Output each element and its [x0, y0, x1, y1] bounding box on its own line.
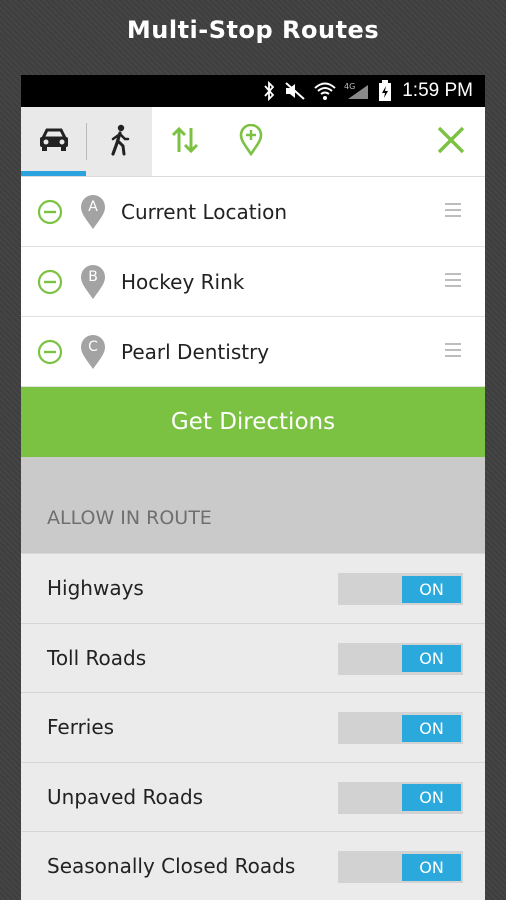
drag-handle-icon[interactable]: [445, 203, 461, 221]
drag-handle-icon[interactable]: [445, 273, 461, 291]
phone-screen: 4G 1:59 PM A Current Location B Hockey R…: [21, 75, 485, 900]
remove-stop-button[interactable]: [37, 269, 63, 295]
swap-arrows-icon: [170, 125, 200, 159]
highways-toggle[interactable]: ON: [338, 573, 463, 605]
stop-row[interactable]: A Current Location: [21, 177, 485, 247]
remove-stop-button[interactable]: [37, 199, 63, 225]
remove-stop-button[interactable]: [37, 339, 63, 365]
stop-label: Current Location: [121, 199, 288, 224]
stop-letter: A: [88, 198, 98, 215]
bluetooth-icon: [262, 81, 276, 101]
status-time: 1:59 PM: [402, 80, 473, 101]
minus-circle-icon: [37, 339, 63, 364]
option-row-ferries: Ferries ON: [21, 692, 485, 762]
add-stop-button[interactable]: [218, 107, 284, 176]
walking-person-icon: [109, 124, 131, 160]
drag-handle-icon[interactable]: [445, 343, 461, 361]
toggle-state: ON: [402, 645, 461, 672]
status-bar: 4G 1:59 PM: [21, 75, 485, 107]
toll-roads-toggle[interactable]: ON: [338, 642, 463, 675]
svg-text:4G: 4G: [344, 82, 355, 91]
add-location-icon: [239, 123, 263, 160]
toggle-state: ON: [402, 575, 461, 603]
option-row-seasonally-closed-roads: Seasonally Closed Roads ON: [21, 831, 485, 900]
car-mode-button[interactable]: [21, 107, 86, 176]
minus-circle-icon: [37, 199, 63, 224]
ferries-toggle[interactable]: ON: [338, 712, 463, 744]
option-row-highways: Highways ON: [21, 553, 485, 623]
option-row-unpaved-roads: Unpaved Roads ON: [21, 761, 485, 831]
section-spacer: [21, 457, 485, 483]
map-pin-icon: B: [79, 264, 107, 300]
car-icon: [38, 127, 70, 157]
toggle-state: ON: [402, 784, 461, 811]
seasonally-closed-roads-toggle[interactable]: ON: [338, 851, 463, 883]
option-label: Toll Roads: [47, 645, 147, 670]
travel-mode-group: [21, 107, 152, 176]
walk-mode-button[interactable]: [87, 107, 152, 176]
option-label: Highways: [47, 576, 144, 601]
wifi-icon: [314, 81, 336, 101]
minus-circle-icon: [37, 269, 63, 294]
battery-charging-icon: [378, 80, 392, 102]
option-label: Seasonally Closed Roads: [47, 854, 296, 879]
mute-icon: [284, 81, 306, 101]
route-toolbar: [21, 107, 485, 177]
signal-4g-icon: 4G: [344, 81, 370, 101]
stop-row[interactable]: B Hockey Rink: [21, 247, 485, 317]
stop-list: A Current Location B Hockey Rink C Pearl…: [21, 177, 485, 387]
stop-letter: C: [88, 338, 98, 355]
option-label: Ferries: [47, 715, 115, 740]
swap-stops-button[interactable]: [152, 107, 218, 176]
close-button[interactable]: [417, 107, 485, 176]
unpaved-roads-toggle[interactable]: ON: [338, 781, 463, 814]
get-directions-button[interactable]: Get Directions: [21, 387, 485, 457]
option-label: Unpaved Roads: [47, 784, 204, 809]
toggle-state: ON: [402, 853, 461, 881]
allow-in-route-header: ALLOW IN ROUTE: [21, 483, 485, 553]
option-row-toll-roads: Toll Roads ON: [21, 622, 485, 692]
map-pin-icon: A: [79, 194, 107, 230]
stop-letter: B: [88, 268, 98, 285]
route-options-list: Highways ON Toll Roads ON Ferries ON Unp…: [21, 553, 485, 900]
stop-label: Hockey Rink: [121, 269, 245, 294]
close-icon: [436, 125, 466, 159]
stop-row[interactable]: C Pearl Dentistry: [21, 317, 485, 387]
promo-title: Multi-Stop Routes: [126, 16, 380, 44]
stop-label: Pearl Dentistry: [121, 339, 270, 364]
toggle-state: ON: [402, 714, 461, 742]
map-pin-icon: C: [79, 334, 107, 370]
